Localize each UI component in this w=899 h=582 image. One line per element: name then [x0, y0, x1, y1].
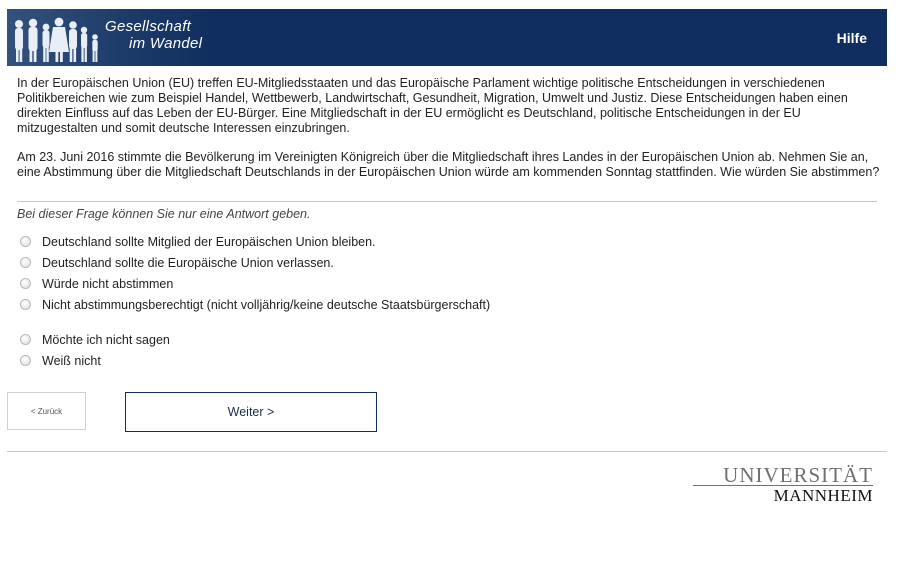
radio-button[interactable]	[20, 236, 31, 247]
option-label: Möchte ich nicht sagen	[42, 332, 170, 347]
answer-options: Deutschland sollte Mitglied der Europäis…	[20, 231, 490, 371]
option-label: Würde nicht abstimmen	[42, 276, 174, 291]
intro-paragraph-1: In der Europäischen Union (EU) treffen E…	[17, 76, 848, 135]
back-button[interactable]: < Zurück	[7, 392, 86, 430]
option-prefer-not-say[interactable]: Möchte ich nicht sagen	[20, 329, 490, 350]
people-silhouette-icon	[15, 17, 98, 62]
option-leave[interactable]: Deutschland sollte die Europäische Union…	[20, 252, 490, 273]
university-logo-top: UNIVERSITÄT	[723, 463, 873, 487]
help-link[interactable]: Hilfe	[837, 30, 867, 46]
option-not-eligible[interactable]: Nicht abstimmungsberechtigt (nicht vollj…	[20, 294, 490, 315]
option-label: Weiß nicht	[42, 353, 101, 368]
footer-divider	[7, 451, 887, 452]
radio-button[interactable]	[20, 334, 31, 345]
logo: Gesellschaft im Wandel	[7, 9, 217, 66]
header-banner: Gesellschaft im Wandel Hilfe	[7, 9, 887, 66]
question-text: In der Europäischen Union (EU) treffen E…	[17, 76, 883, 194]
option-label: Deutschland sollte Mitglied der Europäis…	[42, 234, 376, 249]
option-label: Nicht abstimmungsberechtigt (nicht vollj…	[42, 297, 491, 312]
option-dont-know[interactable]: Weiß nicht	[20, 350, 490, 371]
radio-button[interactable]	[20, 278, 31, 289]
option-remain[interactable]: Deutschland sollte Mitglied der Europäis…	[20, 231, 490, 252]
intro-paragraph-2: Am 23. Juni 2016 stimmte die Bevölkerung…	[17, 150, 880, 179]
logo-title-line2: im Wandel	[129, 35, 203, 52]
radio-button[interactable]	[20, 257, 31, 268]
option-would-not-vote[interactable]: Würde nicht abstimmen	[20, 273, 490, 294]
answer-instruction: Bei dieser Frage können Sie nur eine Ant…	[17, 207, 311, 221]
divider	[17, 201, 877, 202]
radio-button[interactable]	[20, 299, 31, 310]
next-button[interactable]: Weiter >	[125, 392, 377, 432]
university-logo: UNIVERSITÄT MANNHEIM	[693, 465, 873, 504]
option-label: Deutschland sollte die Europäische Union…	[42, 255, 334, 270]
logo-title-line1: Gesellschaft	[105, 18, 192, 35]
radio-button[interactable]	[20, 355, 31, 366]
university-logo-bottom: MANNHEIM	[773, 486, 873, 505]
